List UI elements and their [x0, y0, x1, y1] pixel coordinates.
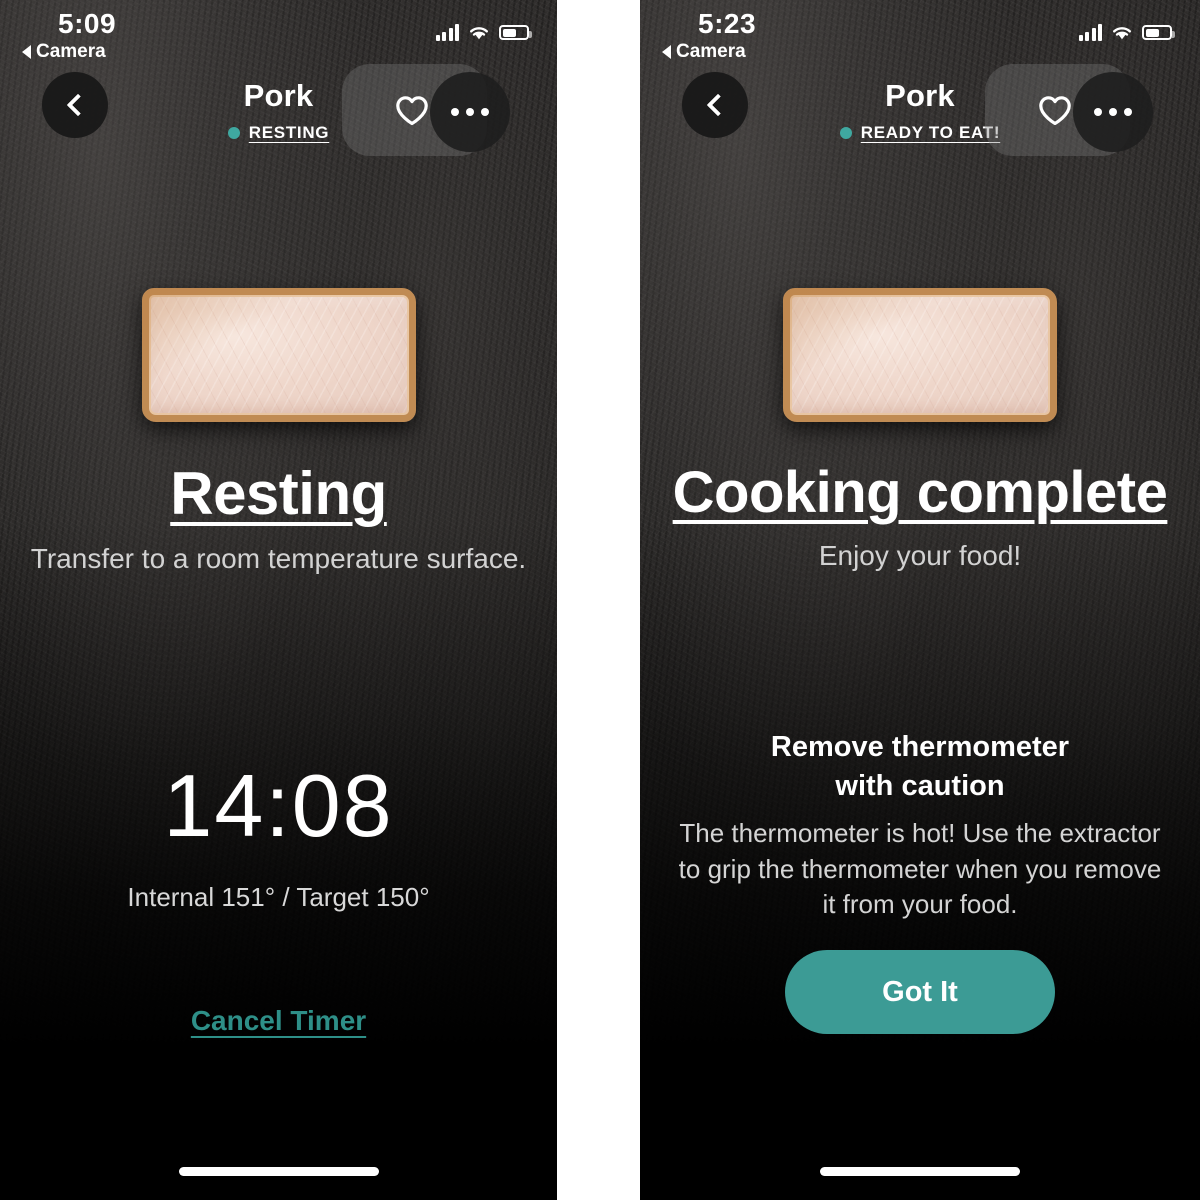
cancel-timer-link[interactable]: Cancel Timer	[191, 1005, 366, 1037]
status-bar-back-label: Camera	[676, 41, 746, 62]
wifi-icon	[470, 27, 488, 40]
cancel-timer-container: Cancel Timer	[0, 1005, 557, 1037]
page-title: Pork	[885, 78, 955, 113]
screenshot-canvas: 5:09 Camera Pork RESTING Resting Transfe…	[0, 0, 1200, 1200]
hero-section: Cooking complete Enjoy your food!	[640, 462, 1200, 575]
heart-icon	[1039, 95, 1071, 125]
cooked-pork-slice-image	[783, 288, 1057, 422]
wifi-icon	[1113, 27, 1131, 40]
page-title: Pork	[243, 78, 314, 113]
status-bar-time: 5:09	[58, 8, 117, 39]
more-dot-1	[1094, 108, 1102, 116]
status-bar-back-to-app[interactable]: Camera	[662, 41, 746, 63]
status-bar-indicators	[1078, 24, 1175, 41]
got-it-button[interactable]: Got It	[785, 950, 1055, 1034]
status-dot-icon	[839, 127, 852, 139]
nav-bar: Pork READY TO EAT!	[640, 62, 1200, 172]
back-triangle-icon	[22, 45, 31, 59]
phone-screen-cooking-complete: 5:23 Camera Pork READY TO EAT! Cooking c…	[640, 0, 1200, 1200]
battery-icon	[499, 25, 532, 40]
hero-section: Resting Transfer to a room temperature s…	[0, 462, 557, 577]
more-dot-1	[451, 108, 459, 116]
nav-action-group	[985, 64, 1180, 160]
cooked-pork-slice-image	[141, 288, 416, 422]
caution-heading-line-1: Remove thermometer	[770, 731, 1070, 763]
home-indicator[interactable]	[820, 1167, 1020, 1176]
nav-action-group	[342, 64, 537, 160]
cellular-signal-icon	[435, 24, 459, 41]
hero-heading: Cooking complete	[672, 460, 1168, 525]
status-bar-time: 5:23	[698, 8, 757, 39]
battery-icon	[1142, 25, 1175, 40]
caution-section: Remove thermometer with caution The ther…	[640, 728, 1200, 922]
timer-value: 14:08	[163, 756, 394, 855]
status-bar: 5:23 Camera	[640, 0, 1200, 62]
status-bar-back-label: Camera	[36, 41, 106, 62]
screenshot-gutter	[557, 0, 640, 1200]
status-bar-indicators	[435, 24, 532, 41]
primary-action-container: Got It	[640, 950, 1200, 1034]
home-indicator[interactable]	[178, 1167, 379, 1176]
hero-heading: Resting	[170, 460, 387, 527]
more-options-button[interactable]	[1073, 72, 1153, 152]
status-dot-icon	[227, 127, 240, 139]
status-badge[interactable]: READY TO EAT!	[839, 123, 1001, 143]
cellular-signal-icon	[1078, 24, 1102, 41]
status-badge-label: RESTING	[248, 123, 330, 142]
caution-heading-line-2: with caution	[835, 770, 1005, 803]
hero-subtext: Enjoy your food!	[818, 540, 1022, 572]
status-bar-back-to-app[interactable]: Camera	[22, 41, 106, 63]
caution-body: The thermometer is hot! Use the extracto…	[678, 818, 1162, 919]
more-dot-2	[1109, 108, 1117, 116]
timer-section: 14:08 Internal 151° / Target 150°	[0, 762, 557, 913]
status-badge-label: READY TO EAT!	[860, 123, 1001, 142]
food-image-container	[0, 288, 557, 422]
food-image-container	[640, 288, 1200, 422]
status-bar: 5:09 Camera	[0, 0, 557, 62]
hero-subtext: Transfer to a room temperature surface.	[30, 542, 527, 574]
more-dot-2	[466, 108, 474, 116]
phone-screen-resting: 5:09 Camera Pork RESTING Resting Transfe…	[0, 0, 557, 1200]
temperature-readout: Internal 151° / Target 150°	[127, 882, 430, 912]
status-badge[interactable]: RESTING	[227, 123, 330, 143]
back-triangle-icon	[662, 45, 671, 59]
more-options-button[interactable]	[430, 72, 510, 152]
caution-heading: Remove thermometer with caution	[672, 728, 1168, 806]
nav-bar: Pork RESTING	[0, 62, 557, 172]
more-dot-3	[1124, 108, 1132, 116]
more-dot-3	[481, 108, 489, 116]
heart-icon	[396, 95, 428, 125]
